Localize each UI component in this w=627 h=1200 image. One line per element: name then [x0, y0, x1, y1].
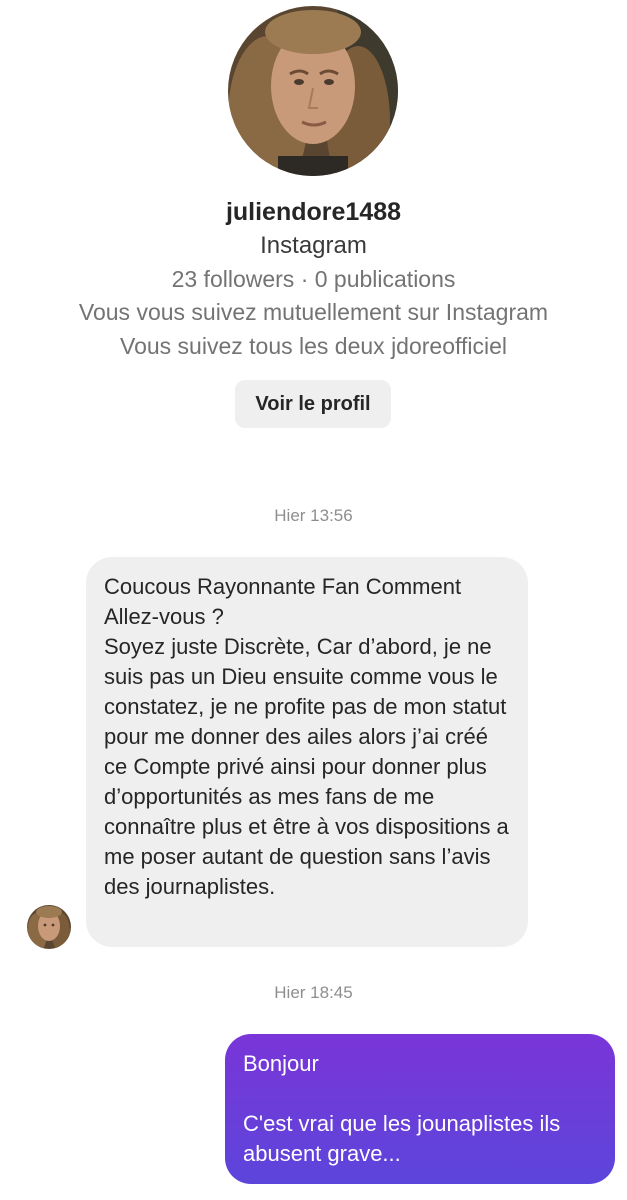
sender-avatar-icon[interactable] [27, 905, 71, 949]
username: juliendore1488 [225, 198, 402, 226]
platform-label: Instagram [260, 232, 367, 259]
message-timestamp: Hier 18:45 [274, 983, 353, 1002]
common-follow-text: Vous suivez tous les deux jdoreofficiel [120, 333, 507, 359]
view-profile-button[interactable]: Voir le profil [235, 380, 391, 428]
mutual-follow-text: Vous vous suivez mutuellement sur Instag… [78, 299, 549, 325]
profile-stats: 23 followers · 0 publications [171, 266, 456, 292]
incoming-message-bubble[interactable]: Coucous Rayonnante Fan Comment Allez-vou… [86, 557, 528, 947]
message-timestamp: Hier 13:56 [274, 506, 353, 525]
outgoing-message-bubble[interactable]: Bonjour C'est vrai que les jounaplistes … [225, 1034, 615, 1184]
profile-photo-icon[interactable] [228, 6, 398, 176]
